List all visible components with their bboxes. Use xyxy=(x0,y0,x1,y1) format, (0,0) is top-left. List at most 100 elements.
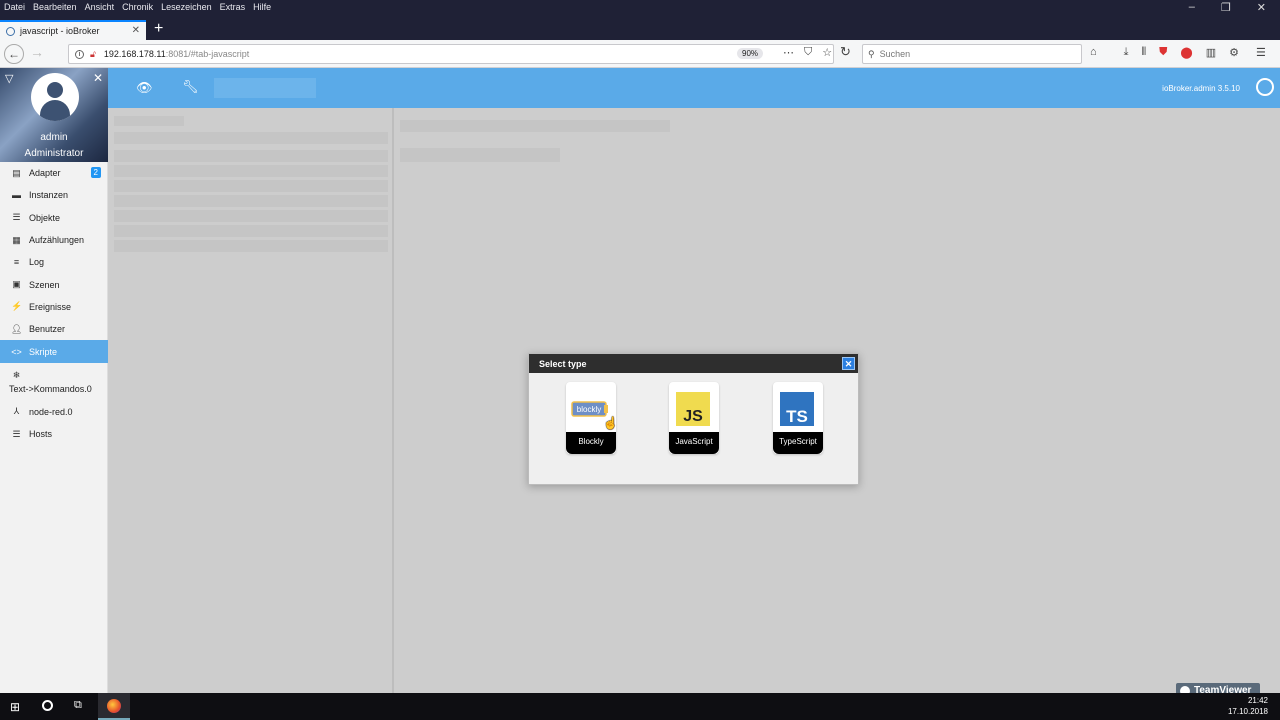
avatar xyxy=(31,73,79,121)
javascript-option[interactable]: JS JavaScript xyxy=(669,382,719,454)
zoom-level[interactable]: 90% xyxy=(737,48,764,59)
sidebar-item-node-red[interactable]: ⅄ node-red.0 xyxy=(0,401,108,423)
typescript-logo-icon: TS xyxy=(780,392,814,426)
reload-icon[interactable]: ↻ xyxy=(840,44,851,60)
sidebar-item-text-kommandos[interactable]: ❄ Text->Kommandos.0 xyxy=(0,363,108,401)
tree-row xyxy=(114,240,388,252)
adblock-icon[interactable]: ⬤ xyxy=(1180,46,1192,59)
objects-icon: ☰ xyxy=(12,212,21,223)
system-clock[interactable]: 21:42 17.10.2018 xyxy=(1228,695,1268,717)
clock-time: 21:42 xyxy=(1247,696,1268,705)
sidebar: ▽ ✕ admin Administrator ▤ Adapter 2 ▬ In… xyxy=(0,68,108,693)
tab-javascript[interactable]: javascript - ioBroker ✕ xyxy=(0,20,146,40)
menu-chronik[interactable]: Chronik xyxy=(122,2,153,12)
back-icon[interactable]: ← xyxy=(4,44,24,64)
menu-extras[interactable]: Extras xyxy=(220,2,246,12)
user-profile: ▽ ✕ admin Administrator xyxy=(0,68,108,162)
sidebar-item-hosts[interactable]: ☰ Hosts xyxy=(0,423,108,445)
instances-icon: ▬ xyxy=(12,190,21,201)
app-toolbar: 👁︎ 🔧︎ ioBroker.admin 3.5.10 xyxy=(108,68,1280,108)
tree-toolbar xyxy=(114,116,184,126)
firefox-icon xyxy=(107,699,121,713)
tab-bar: javascript - ioBroker ✕ + xyxy=(0,16,1280,40)
sidebar-item-log[interactable]: ≡ Log xyxy=(0,251,108,273)
menu-bearbeiten[interactable]: Bearbeiten xyxy=(33,2,77,12)
svg-text:blockly: blockly xyxy=(577,405,601,414)
tree-row xyxy=(114,165,388,177)
sidebar-item-skripte[interactable]: <> Skripte xyxy=(0,340,108,363)
dialog-close-button[interactable]: ✕ xyxy=(842,357,855,370)
pocket-icon[interactable]: ⛉ xyxy=(804,46,812,59)
download-icon[interactable]: ⤓ xyxy=(1124,46,1129,59)
sidebar-toggle-icon[interactable]: ▥ xyxy=(1206,46,1216,59)
cortana-icon[interactable] xyxy=(42,700,53,711)
eye-icon[interactable]: 👁︎ xyxy=(136,80,153,96)
firefox-taskbar-button[interactable] xyxy=(98,693,130,720)
tree-row xyxy=(114,210,388,222)
extension-icon[interactable]: ⚙ xyxy=(1229,46,1239,59)
clock-date: 17.10.2018 xyxy=(1227,707,1268,716)
new-tab-icon[interactable]: + xyxy=(154,20,163,38)
library-icon[interactable]: ⫴ xyxy=(1142,46,1147,59)
navigation-bar: ← → i 🔓︎ 192.168.178.11:8081/#tab-javasc… xyxy=(0,40,1280,68)
menu-hilfe[interactable]: Hilfe xyxy=(253,2,271,12)
user-role: Administrator xyxy=(24,148,84,159)
windows-start-icon[interactable]: ⊞ xyxy=(10,700,20,714)
close-sidebar-icon[interactable]: ✕ xyxy=(93,71,103,85)
power-icon[interactable] xyxy=(1256,78,1274,96)
editor-buttons xyxy=(400,148,560,162)
sidebar-item-instanzen[interactable]: ▬ Instanzen xyxy=(0,184,108,206)
sidebar-item-aufzaehlungen[interactable]: ▦ Aufzählungen xyxy=(0,229,108,251)
sidebar-item-ereignisse[interactable]: ⚡ Ereignisse xyxy=(0,296,108,318)
menu-lesezeichen[interactable]: Lesezeichen xyxy=(161,2,212,12)
task-view-icon[interactable]: ⧉ xyxy=(74,699,82,712)
menu-ansicht[interactable]: Ansicht xyxy=(85,2,115,12)
tree-row xyxy=(114,180,388,192)
javascript-logo-icon: JS xyxy=(676,392,710,426)
shield-icon[interactable]: ⛊ xyxy=(1159,46,1167,59)
sidebar-item-objekte[interactable]: ☰ Objekte xyxy=(0,207,108,229)
tab-title: javascript - ioBroker xyxy=(20,26,100,36)
enums-icon: ▦ xyxy=(12,234,21,245)
typescript-label: TypeScript xyxy=(773,432,823,454)
windows-taskbar: ⊞ ⧉ 21:42 17.10.2018 xyxy=(0,693,1280,720)
editor-header xyxy=(400,120,670,132)
minimize-icon[interactable]: – xyxy=(1189,1,1195,14)
window-close-icon[interactable]: ✕ xyxy=(1257,1,1266,14)
home-icon[interactable]: ⌂ xyxy=(1090,46,1097,59)
tab-close-icon[interactable]: ✕ xyxy=(132,25,140,36)
menu-datei[interactable]: Datei xyxy=(4,2,25,12)
insecure-lock-icon[interactable]: 🔓︎ xyxy=(90,49,96,60)
adapter-update-badge: 2 xyxy=(90,167,101,178)
bookmark-star-icon[interactable]: ☆ xyxy=(822,46,832,59)
sidebar-item-adapter[interactable]: ▤ Adapter 2 xyxy=(0,162,108,184)
javascript-label: JavaScript xyxy=(669,432,719,454)
search-icon: ⚲ xyxy=(868,48,875,59)
restore-icon[interactable]: ❐ xyxy=(1221,1,1231,14)
typescript-option[interactable]: TS TypeScript xyxy=(773,382,823,454)
forward-icon[interactable]: → xyxy=(30,44,44,60)
tree-row xyxy=(114,225,388,237)
dialog-titlebar: Select type ✕ xyxy=(529,354,858,373)
log-icon: ≡ xyxy=(13,257,20,268)
url-bar[interactable]: i 🔓︎ 192.168.178.11:8081/#tab-javascript… xyxy=(68,44,834,64)
events-icon: ⚡ xyxy=(11,301,23,312)
select-type-dialog: Select type ✕ blockly Blockly JS JavaScr… xyxy=(528,353,859,485)
sidebar-item-szenen[interactable]: ▣ Szenen xyxy=(0,273,108,295)
wrench-icon[interactable]: 🔧︎ xyxy=(182,79,199,95)
page-actions-icon[interactable]: ⋯ xyxy=(783,46,794,59)
hamburger-menu-icon[interactable]: ☰ xyxy=(1256,46,1266,59)
search-placeholder: Suchen xyxy=(879,49,911,59)
info-icon[interactable]: i xyxy=(75,49,84,59)
collapse-menu-icon[interactable]: ▽ xyxy=(5,72,13,85)
node-red-icon: ⅄ xyxy=(13,406,20,417)
snowflake-icon: ❄ xyxy=(12,369,21,380)
users-icon: 👤︎ xyxy=(11,323,23,334)
scenes-icon: ▣ xyxy=(12,279,21,290)
search-input[interactable]: ⚲ Suchen xyxy=(862,44,1082,64)
tree-row xyxy=(114,150,388,162)
sidebar-item-benutzer[interactable]: 👤︎ Benutzer xyxy=(0,318,108,340)
svg-text:JS: JS xyxy=(683,408,703,425)
stop-scripts-button[interactable] xyxy=(214,78,316,98)
tree-header xyxy=(114,132,388,144)
